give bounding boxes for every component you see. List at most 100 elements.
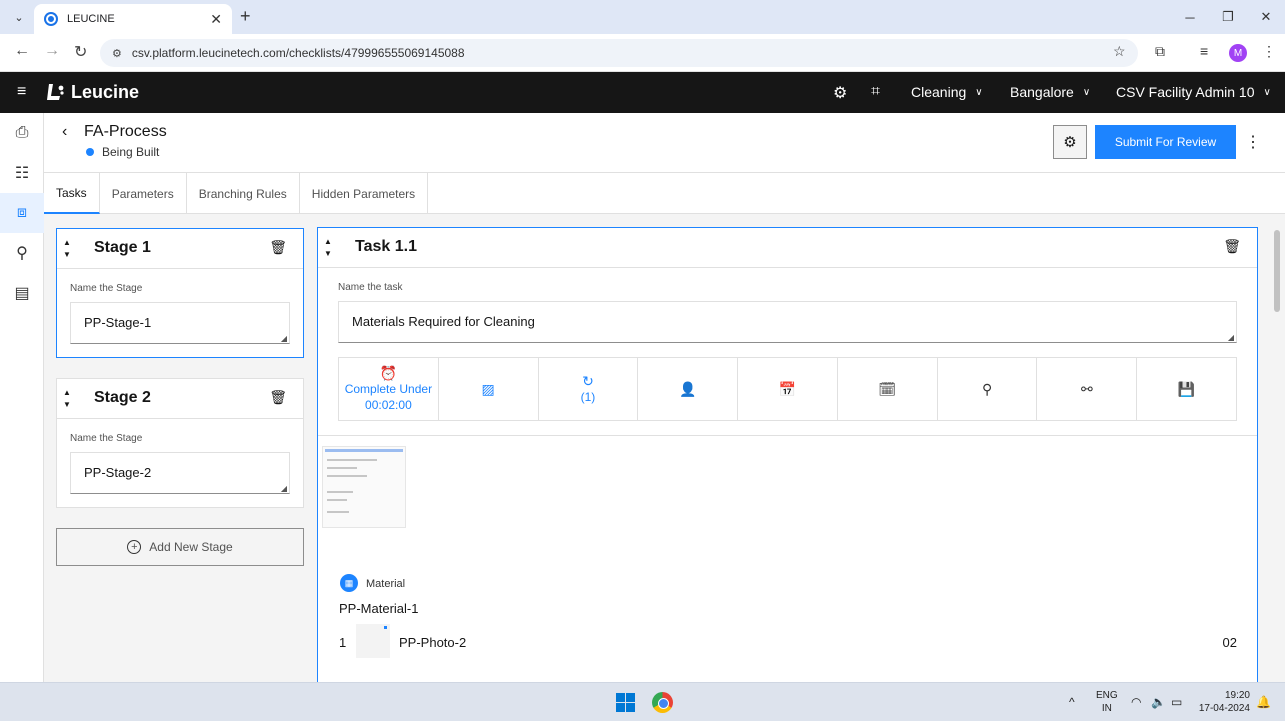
task-title: Task 1.1 bbox=[355, 238, 417, 255]
page-title: FA-Process bbox=[84, 123, 167, 140]
status-dot bbox=[86, 148, 94, 156]
stage-card[interactable]: ▲ ▼ Stage 1 🗑 Name the Stage PP-Stage-1 ◢ bbox=[56, 228, 304, 358]
material-photo-name: PP-Photo-2 bbox=[399, 635, 467, 650]
extensions-icon[interactable]: ⧉ bbox=[1155, 43, 1165, 60]
material-name: PP-Material-1 bbox=[339, 601, 419, 616]
media-thumbnail[interactable] bbox=[322, 446, 406, 528]
inbox-icon[interactable]: ⎙ bbox=[0, 113, 44, 153]
restore-icon[interactable]: ❐ bbox=[1209, 0, 1247, 34]
tab-hidden-parameters[interactable]: Hidden Parameters bbox=[300, 173, 429, 214]
volume-icon[interactable]: 🔈 bbox=[1151, 695, 1166, 709]
hamburger-menu-icon[interactable]: ≡ bbox=[17, 83, 26, 101]
app-header: ≡ Leucine ⚙ ⌗ Cleaning ∨ Bangalore ∨ CSV F… bbox=[0, 72, 1285, 113]
reports-icon[interactable]: ▤ bbox=[0, 273, 44, 313]
browser-tab-strip: ⌄ LEUCINE ✕ + ─ ❐ ✕ bbox=[0, 0, 1285, 34]
thumbnail-line bbox=[327, 467, 357, 469]
clock[interactable]: 19:20 17-04-2024 bbox=[1196, 689, 1250, 715]
stage-card[interactable]: ▲ ▼ Stage 2 🗑 Name the Stage PP-Stage-2 ◢ bbox=[56, 378, 304, 508]
battery-icon[interactable]: ▭ bbox=[1171, 695, 1182, 709]
browser-toolbar: ← → ↻ ⚙ csv.platform.leucinetech.com/che… bbox=[0, 34, 1285, 72]
more-options-icon[interactable]: ⋮ bbox=[1243, 125, 1263, 159]
media-icon[interactable]: ≡ bbox=[1200, 43, 1208, 59]
stage-name-input[interactable]: PP-Stage-2 ◢ bbox=[70, 452, 290, 494]
reorder-arrows-icon[interactable]: ▲ ▼ bbox=[63, 237, 71, 261]
submit-for-review-button[interactable]: Submit For Review bbox=[1095, 125, 1236, 159]
lang-code: ENG bbox=[1096, 690, 1118, 701]
stage-title: Stage 2 bbox=[94, 389, 151, 406]
flow-button[interactable]: ⚯ bbox=[1037, 358, 1138, 420]
site-info-icon[interactable]: ⚙ bbox=[112, 47, 122, 60]
image-add-icon: ▨ bbox=[481, 381, 495, 397]
resize-handle-icon[interactable]: ◢ bbox=[281, 334, 287, 343]
resize-handle-icon[interactable]: ◢ bbox=[1228, 333, 1234, 342]
material-index: 1 bbox=[339, 635, 347, 650]
task-name-input[interactable]: Materials Required for Cleaning ◢ bbox=[338, 301, 1237, 343]
schedule-button[interactable]: 📅 bbox=[738, 358, 838, 420]
complete-under-button[interactable]: ⏰ Complete Under 00:02:00 bbox=[339, 358, 439, 420]
hierarchy-button[interactable]: ⚲ bbox=[938, 358, 1038, 420]
recurrence-button[interactable]: ↻ (1) bbox=[539, 358, 639, 420]
reload-icon[interactable]: ↻ bbox=[74, 42, 87, 62]
page-header: ‹ FA-Process Being Built ⚙ Submit For Re… bbox=[44, 113, 1285, 173]
tray-chevron-up-icon[interactable]: ^ bbox=[1069, 695, 1075, 709]
resize-handle-icon[interactable]: ◢ bbox=[281, 484, 287, 493]
page-tabs: Tasks Parameters Branching Rules Hidden … bbox=[44, 173, 1285, 214]
save-template-button[interactable]: 💾 bbox=[1137, 358, 1236, 420]
url-text: csv.platform.leucinetech.com/checklists/… bbox=[131, 46, 465, 60]
process-settings-button[interactable]: ⚙ bbox=[1053, 125, 1087, 159]
chrome-menu-icon[interactable]: ⋮ bbox=[1262, 43, 1276, 60]
assign-users-button[interactable]: 👤 bbox=[638, 358, 739, 420]
browser-tab[interactable]: LEUCINE ✕ bbox=[34, 4, 232, 34]
hierarchy-icon[interactable]: ⚲ bbox=[0, 233, 44, 273]
profile-avatar[interactable]: M bbox=[1229, 44, 1247, 62]
stage-name-label: Name the Stage bbox=[70, 283, 143, 294]
add-media-button[interactable]: ▨ bbox=[439, 358, 539, 420]
new-tab-icon[interactable]: + bbox=[240, 6, 251, 27]
delete-stage-icon[interactable]: 🗑 bbox=[269, 239, 287, 256]
add-new-stage-button[interactable]: + Add New Stage bbox=[56, 528, 304, 566]
back-arrow-icon[interactable]: ← bbox=[14, 42, 30, 60]
reorder-arrows-icon[interactable]: ▲ ▼ bbox=[324, 236, 332, 260]
chrome-taskbar-icon[interactable] bbox=[652, 692, 673, 713]
user-icon: 👤 bbox=[679, 381, 697, 397]
forward-arrow-icon[interactable]: → bbox=[44, 42, 60, 60]
settings-gear-icon[interactable]: ⚙ bbox=[833, 83, 847, 103]
close-tab-icon[interactable]: ✕ bbox=[210, 11, 222, 28]
browser-tab-title: LEUCINE bbox=[67, 13, 115, 25]
bookmark-star-icon[interactable]: ☆ bbox=[1113, 43, 1126, 60]
scan-icon[interactable]: ⌗ bbox=[871, 83, 880, 101]
add-circle-icon: + bbox=[127, 540, 142, 554]
leucine-favicon-icon bbox=[44, 12, 58, 26]
material-photo[interactable] bbox=[356, 624, 390, 658]
process-flow-icon[interactable]: ⧈ bbox=[0, 193, 44, 233]
windows-start-icon[interactable] bbox=[616, 693, 635, 712]
scrollbar[interactable] bbox=[1273, 230, 1281, 682]
tab-branching-rules[interactable]: Branching Rules bbox=[187, 173, 300, 214]
os-taskbar: ^ ENG IN ◠ 🔈 ▭ 19:20 17-04-2024 🔔 bbox=[0, 682, 1285, 721]
facility-dropdown[interactable]: Bangalore ∨ bbox=[1010, 84, 1090, 100]
calendar-clock-icon: 📅 bbox=[778, 381, 797, 397]
user-dropdown[interactable]: CSV Facility Admin 10 ∨ bbox=[1116, 84, 1271, 100]
back-chevron-icon[interactable]: ‹ bbox=[62, 123, 67, 141]
close-window-icon[interactable]: ✕ bbox=[1247, 0, 1285, 34]
notification-bell-icon[interactable]: 🔔 bbox=[1256, 695, 1271, 709]
tab-search-chevron-icon[interactable]: ⌄ bbox=[8, 7, 30, 27]
scrollbar-thumb[interactable] bbox=[1274, 230, 1280, 312]
delete-task-icon[interactable]: 🗑 bbox=[1223, 238, 1241, 255]
task-action-bar: ⏰ Complete Under 00:02:00 ▨ ↻ (1) 👤 📅 🗓 … bbox=[338, 357, 1237, 421]
minimize-icon[interactable]: ─ bbox=[1171, 0, 1209, 34]
clock-time: 19:20 bbox=[1224, 690, 1250, 701]
reorder-arrows-icon[interactable]: ▲ ▼ bbox=[63, 387, 71, 411]
add-stage-label: Add New Stage bbox=[149, 540, 233, 554]
tab-tasks[interactable]: Tasks bbox=[44, 173, 100, 214]
wifi-icon[interactable]: ◠ bbox=[1131, 695, 1141, 709]
stage-name-input[interactable]: PP-Stage-1 ◢ bbox=[70, 302, 290, 344]
delete-stage-icon[interactable]: 🗑 bbox=[269, 389, 287, 406]
calendar-button[interactable]: 🗓 bbox=[838, 358, 938, 420]
checklist-icon[interactable]: ☷ bbox=[0, 153, 44, 193]
address-bar[interactable]: ⚙ csv.platform.leucinetech.com/checklist… bbox=[100, 39, 1138, 67]
material-quantity: 02 bbox=[1222, 635, 1237, 650]
use-case-dropdown[interactable]: Cleaning ∨ bbox=[911, 84, 983, 100]
tab-parameters[interactable]: Parameters bbox=[100, 173, 187, 214]
language-indicator[interactable]: ENG IN bbox=[1096, 689, 1118, 715]
